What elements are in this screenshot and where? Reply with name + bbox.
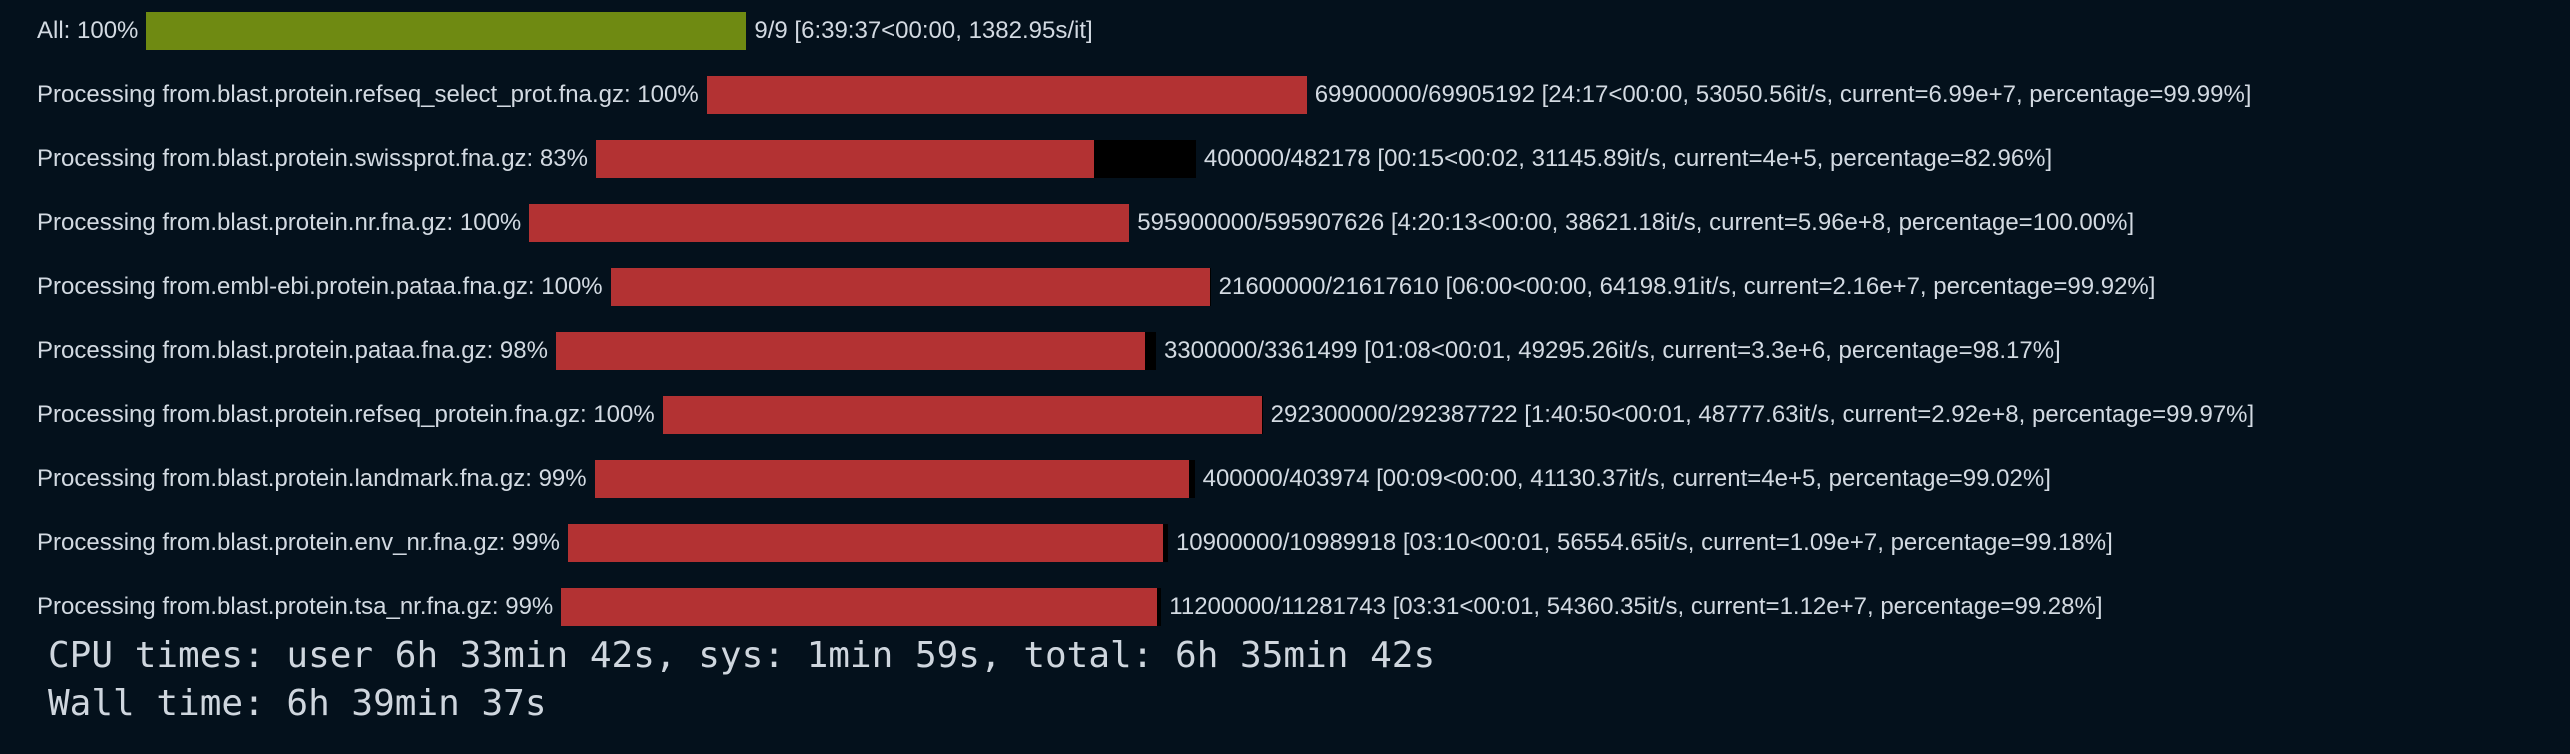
task-progress-bar [561,588,1162,626]
task-progress-bar [610,268,1211,306]
task-progress-stats: 595900000/595907626 [4:20:13<00:00, 3862… [1137,209,2135,236]
task-progress-label: Processing from.blast.protein.refseq_sel… [37,81,699,108]
task-progress-stats: 10900000/10989918 [03:10<00:01, 56554.65… [1175,529,2113,556]
task-progress-stats: 11200000/11281743 [03:31<00:01, 54360.35… [1169,593,2103,620]
task-progress-fill [529,204,1130,242]
task-progress-label: Processing from.blast.protein.swissprot.… [37,145,588,172]
notebook-output-page: All: 100% 9/9 [6:39:37<00:00, 1382.95s/i… [0,0,2570,754]
task-progress-fill [594,460,1189,498]
task-progress-fill [595,140,1094,178]
task-progress-fill [706,76,1307,114]
task-progress-label: Processing from.embl-ebi.protein.pataa.f… [37,273,603,300]
task-progress-row: Processing from.blast.protein.landmark.f… [37,459,2051,499]
task-progress-label: Processing from.blast.protein.pataa.fna.… [37,337,548,364]
task-progress-bar [567,524,1168,562]
task-progress-stats: 21600000/21617610 [06:00<00:00, 64198.91… [1218,273,2156,300]
overall-progress-fill [146,12,747,50]
cell-output-area: All: 100% 9/9 [6:39:37<00:00, 1382.95s/i… [0,0,2570,754]
task-progress-stats: 3300000/3361499 [01:08<00:01, 49295.26it… [1163,337,2061,364]
task-progress-stats: 400000/403974 [00:09<00:00, 41130.37it/s… [1202,465,2051,492]
task-progress-bar [529,204,1130,242]
task-progress-row: Processing from.blast.protein.tsa_nr.fna… [37,587,2103,627]
overall-progress-stats: 9/9 [6:39:37<00:00, 1382.95s/it] [754,17,1093,44]
task-progress-bar [555,332,1156,370]
task-progress-label: Processing from.blast.protein.nr.fna.gz:… [37,209,522,236]
task-progress-label: Processing from.blast.protein.tsa_nr.fna… [37,593,554,620]
task-progress-row: Processing from.blast.protein.refseq_sel… [37,75,2251,115]
task-progress-fill [555,332,1145,370]
task-progress-stats: 69900000/69905192 [24:17<00:00, 53050.56… [1314,81,2252,108]
task-progress-row: Processing from.blast.protein.env_nr.fna… [37,523,2113,563]
task-progress-bar [662,396,1263,434]
task-progress-stats: 400000/482178 [00:15<00:02, 31145.89it/s… [1203,145,2053,172]
overall-progress-label: All: 100% [37,17,139,44]
task-progress-label: Processing from.blast.protein.landmark.f… [37,465,587,492]
task-progress-label: Processing from.blast.protein.env_nr.fna… [37,529,560,556]
task-progress-fill [610,268,1211,306]
cpu-times-text: CPU times: user 6h 33min 42s, sys: 1min … [48,635,1436,676]
task-progress-fill [561,588,1157,626]
task-progress-fill [662,396,1263,434]
timing-summary: CPU times: user 6h 33min 42s, sys: 1min … [48,632,1435,728]
task-progress-row: Processing from.blast.protein.swissprot.… [37,139,2052,179]
task-progress-bar [595,140,1196,178]
task-progress-bar [594,460,1195,498]
wall-time-text: Wall time: 6h 39min 37s [48,683,547,724]
overall-progress-row: All: 100% 9/9 [6:39:37<00:00, 1382.95s/i… [37,11,1093,51]
overall-progress-bar [146,12,747,50]
task-progress-row: Processing from.blast.protein.nr.fna.gz:… [37,203,2134,243]
task-progress-row: Processing from.blast.protein.refseq_pro… [37,395,2254,435]
task-progress-row: Processing from.embl-ebi.protein.pataa.f… [37,267,2155,307]
task-progress-row: Processing from.blast.protein.pataa.fna.… [37,331,2061,371]
task-progress-fill [567,524,1164,562]
task-progress-bar [706,76,1307,114]
task-progress-label: Processing from.blast.protein.refseq_pro… [37,401,655,428]
task-progress-stats: 292300000/292387722 [1:40:50<00:01, 4877… [1270,401,2255,428]
